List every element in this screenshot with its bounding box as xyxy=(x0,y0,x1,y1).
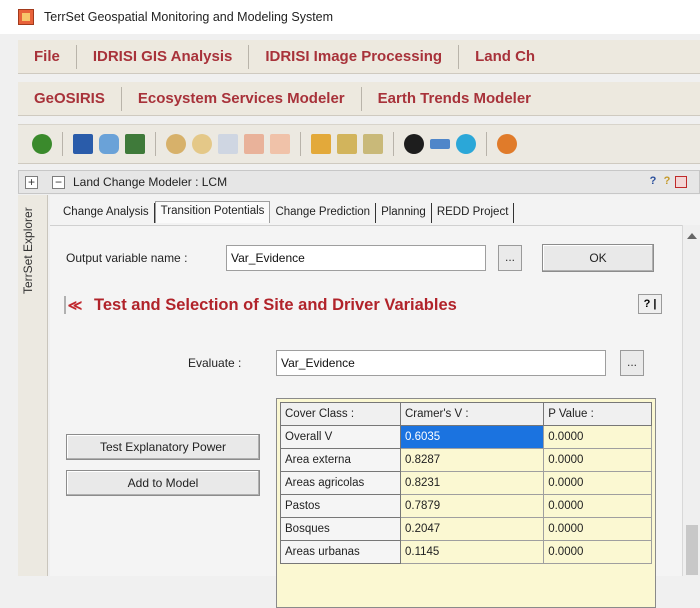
menu-earth-trends-modeler[interactable]: Earth Trends Modeler xyxy=(362,87,547,111)
tab-redd-project[interactable]: REDD Project xyxy=(432,203,515,223)
table-cell: Areas urbanas xyxy=(280,540,401,564)
table-cell-selected[interactable]: 0.6035 xyxy=(399,425,545,449)
database-workshop-icon[interactable] xyxy=(363,134,383,154)
table-cell[interactable]: 0.7879 xyxy=(399,494,545,518)
table-cell: 0.0000 xyxy=(543,471,652,495)
menu-idrisi-gis-analysis[interactable]: IDRISI GIS Analysis xyxy=(77,44,250,69)
table-cell[interactable]: 0.8287 xyxy=(399,448,545,472)
tab-change-prediction[interactable]: Change Prediction xyxy=(270,203,377,223)
table-cell: Overall V xyxy=(280,425,401,449)
terrset-app-icon xyxy=(18,9,34,25)
table-cell[interactable]: 0.2047 xyxy=(399,517,545,541)
zoom-in-icon[interactable] xyxy=(166,134,186,154)
composer-icon[interactable] xyxy=(73,134,93,154)
evaluate-row: Evaluate : Var_Evidence ... xyxy=(188,350,644,376)
panel-collapse-button[interactable]: − xyxy=(52,175,65,189)
table-cell: 0.0000 xyxy=(543,517,652,541)
column-header-cover-class: Cover Class : xyxy=(280,402,401,426)
zoom-window-icon[interactable] xyxy=(218,134,238,154)
scrollbar-thumb[interactable] xyxy=(686,525,698,575)
globe-icon[interactable] xyxy=(456,134,476,154)
evaluate-field[interactable]: Var_Evidence xyxy=(276,350,606,376)
toolbar-separator xyxy=(62,132,63,156)
test-explanatory-power-button[interactable]: Test Explanatory Power xyxy=(66,434,260,460)
delete-feature-icon[interactable] xyxy=(270,134,290,154)
column-header-cramers-v: Cramer's V : xyxy=(399,402,545,426)
output-variable-row: Output variable name : Var_Evidence ... … xyxy=(66,244,654,272)
table-header-row: Cover Class : Cramer's V : P Value : xyxy=(280,402,652,426)
table-cell[interactable]: 0.1145 xyxy=(399,540,545,564)
panel-header: + − Land Change Modeler : LCM ? ? xyxy=(18,170,700,194)
toolbar-separator xyxy=(486,132,487,156)
menu-land-change[interactable]: Land Ch xyxy=(459,45,551,69)
tab-change-analysis[interactable]: Change Analysis xyxy=(58,203,155,223)
table-cell: Areas agricolas xyxy=(280,471,401,495)
terrset-explorer-sidebar[interactable]: TerrSet Explorer xyxy=(18,195,48,576)
table-cell[interactable]: 0.8231 xyxy=(399,471,545,495)
table-cell: Bosques xyxy=(280,517,401,541)
explorer-label: TerrSet Explorer xyxy=(21,207,35,294)
menu-ecosystem-services-modeler[interactable]: Ecosystem Services Modeler xyxy=(122,86,362,111)
column-header-p-value: P Value : xyxy=(543,402,652,426)
toolbar xyxy=(18,124,700,164)
results-table: Cover Class : Cramer's V : P Value : Ove… xyxy=(280,402,652,564)
image-calculator-icon[interactable] xyxy=(337,134,357,154)
info-icon[interactable] xyxy=(404,134,424,154)
table-cell: Pastos xyxy=(280,494,401,518)
add-to-model-button[interactable]: Add to Model xyxy=(66,470,260,496)
menu-file[interactable]: File xyxy=(18,44,77,69)
table-cell: 0.0000 xyxy=(543,540,652,564)
vertical-scrollbar[interactable] xyxy=(682,225,700,576)
evaluate-browse-button[interactable]: ... xyxy=(620,350,644,376)
layer-properties-icon[interactable] xyxy=(125,134,145,154)
open-display-icon[interactable] xyxy=(32,134,52,154)
menu-idrisi-image-processing[interactable]: IDRISI Image Processing xyxy=(249,44,460,69)
table-row[interactable]: Pastos 0.7879 0.0000 xyxy=(280,494,652,518)
title-bar: TerrSet Geospatial Monitoring and Modeli… xyxy=(0,0,700,34)
scroll-up-arrow-icon[interactable] xyxy=(687,233,697,239)
help-icon[interactable]: ? xyxy=(647,175,659,188)
crosshair-icon[interactable] xyxy=(497,134,517,154)
table-row[interactable]: Areas agricolas 0.8231 0.0000 xyxy=(280,471,652,495)
table-row[interactable]: Area externa 0.8287 0.0000 xyxy=(280,448,652,472)
section-header: ≪ Test and Selection of Site and Driver … xyxy=(64,292,664,318)
land-change-modeler-panel: Change Analysis Transition Potentials Ch… xyxy=(50,195,700,608)
table-row[interactable]: Areas urbanas 0.1145 0.0000 xyxy=(280,540,652,564)
panel-controls: ? ? xyxy=(647,175,687,188)
table-row[interactable]: Overall V 0.6035 0.0000 xyxy=(280,425,652,449)
cursor-query-icon[interactable] xyxy=(99,134,119,154)
explorer-expand-button[interactable]: + xyxy=(25,175,38,189)
collapse-section-icon[interactable]: ≪ xyxy=(64,296,84,314)
context-help-icon[interactable]: ? xyxy=(661,175,673,188)
zoom-out-icon[interactable] xyxy=(192,134,212,154)
table-cell: 0.0000 xyxy=(543,448,652,472)
section-title: Test and Selection of Site and Driver Va… xyxy=(94,295,457,314)
tab-planning[interactable]: Planning xyxy=(376,203,432,223)
output-variable-field[interactable]: Var_Evidence xyxy=(226,245,486,271)
table-cell: Area externa xyxy=(280,448,401,472)
tab-transition-potentials[interactable]: Transition Potentials xyxy=(154,201,271,223)
macro-icon[interactable] xyxy=(311,134,331,154)
menu-geosiris[interactable]: GeOSIRIS xyxy=(18,86,122,111)
section-help-button[interactable]: ? | xyxy=(638,294,662,314)
measure-icon[interactable] xyxy=(430,139,450,149)
ok-button[interactable]: OK xyxy=(542,244,654,272)
close-icon[interactable] xyxy=(675,176,687,188)
window-title: TerrSet Geospatial Monitoring and Modeli… xyxy=(44,10,334,24)
table-cell: 0.0000 xyxy=(543,494,652,518)
tab-strip: Change Analysis Transition Potentials Ch… xyxy=(58,201,515,223)
toolbar-separator xyxy=(300,132,301,156)
output-variable-label: Output variable name : xyxy=(66,251,188,265)
digitize-icon[interactable] xyxy=(244,134,264,154)
toolbar-separator xyxy=(393,132,394,156)
output-browse-button[interactable]: ... xyxy=(498,245,522,271)
evaluate-label: Evaluate : xyxy=(188,356,242,370)
table-cell: 0.0000 xyxy=(543,425,652,449)
menu-bar-secondary: GeOSIRIS Ecosystem Services Modeler Eart… xyxy=(18,82,700,116)
table-row[interactable]: Bosques 0.2047 0.0000 xyxy=(280,517,652,541)
panel-title: Land Change Modeler : LCM xyxy=(73,175,228,189)
menu-bar-primary: File IDRISI GIS Analysis IDRISI Image Pr… xyxy=(18,40,700,74)
tab-content: Output variable name : Var_Evidence ... … xyxy=(50,225,682,608)
toolbar-separator xyxy=(155,132,156,156)
